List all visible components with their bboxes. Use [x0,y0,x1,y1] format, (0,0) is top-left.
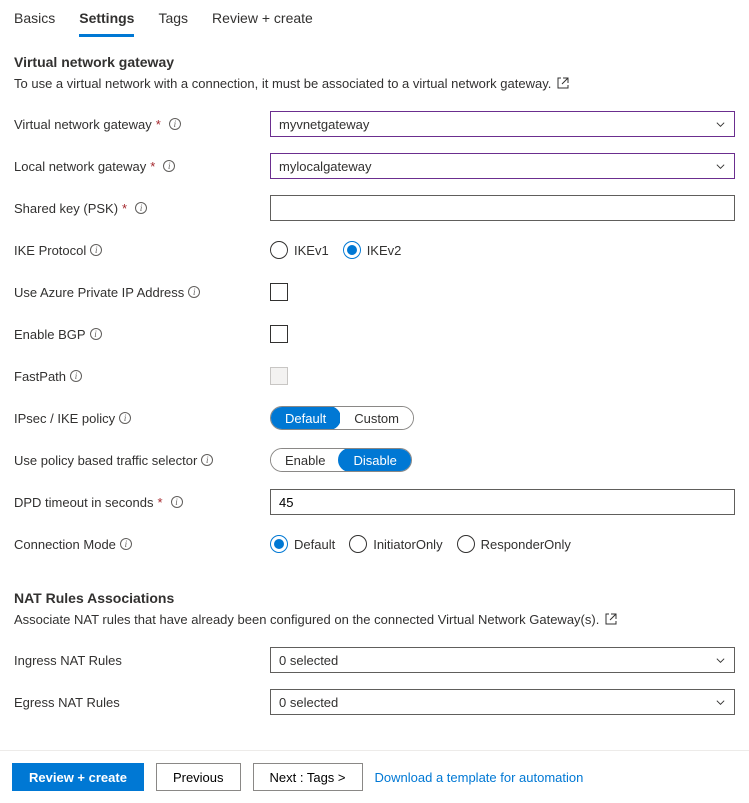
review-create-button[interactable]: Review + create [12,763,144,791]
select-ingress-value: 0 selected [279,653,338,668]
radio-circle-icon [457,535,475,553]
section-nat-desc-text: Associate NAT rules that have already be… [14,612,599,627]
info-icon[interactable]: i [169,118,181,130]
tab-bar: Basics Settings Tags Review + create [0,0,749,38]
radio-connmode-responder[interactable]: ResponderOnly [457,535,571,553]
select-local-network-gateway[interactable]: mylocalgateway [270,153,735,179]
tab-tags[interactable]: Tags [158,6,188,37]
pill-ipsec-default[interactable]: Default [270,406,341,430]
input-shared-key[interactable] [270,195,735,221]
tab-settings[interactable]: Settings [79,6,134,37]
select-vng-value: myvnetgateway [279,117,369,132]
info-icon[interactable]: i [171,496,183,508]
radio-connmode-default[interactable]: Default [270,535,335,553]
label-egress-nat: Egress NAT Rules [14,695,270,710]
checkbox-private-ip[interactable] [270,283,288,301]
checkbox-enable-bgp[interactable] [270,325,288,343]
label-enable-bgp: Enable BGP i [14,327,270,342]
radio-connmode-responder-label: ResponderOnly [481,537,571,552]
info-icon[interactable]: i [119,412,131,424]
label-shared-key: Shared key (PSK)* i [14,201,270,216]
radio-ikev2-label: IKEv2 [367,243,402,258]
select-egress-value: 0 selected [279,695,338,710]
select-virtual-network-gateway[interactable]: myvnetgateway [270,111,735,137]
checkbox-fastpath [270,367,288,385]
external-link-icon[interactable] [605,613,617,628]
pill-ipsec-custom[interactable]: Custom [340,407,413,429]
info-icon[interactable]: i [70,370,82,382]
chevron-down-icon [715,655,726,666]
section-nat-rules: NAT Rules Associations Associate NAT rul… [0,572,749,716]
radio-circle-checked-icon [343,241,361,259]
toggle-ipsec-policy: Default Custom [270,406,414,430]
section-vng-desc-text: To use a virtual network with a connecti… [14,76,551,91]
select-egress-nat-rules[interactable]: 0 selected [270,689,735,715]
radio-connmode-initiator-label: InitiatorOnly [373,537,442,552]
label-local-network-gateway: Local network gateway* i [14,159,270,174]
section-virtual-network-gateway: Virtual network gateway To use a virtual… [0,38,749,558]
next-button[interactable]: Next : Tags > [253,763,363,791]
label-ipsec-policy: IPsec / IKE policy i [14,411,270,426]
info-icon[interactable]: i [90,244,102,256]
radio-ikev1-label: IKEv1 [294,243,329,258]
label-ingress-nat: Ingress NAT Rules [14,653,270,668]
radio-connmode-default-label: Default [294,537,335,552]
pill-pbts-enable[interactable]: Enable [271,449,339,471]
radio-circle-icon [270,241,288,259]
download-template-link[interactable]: Download a template for automation [375,770,584,785]
pill-pbts-disable[interactable]: Disable [338,448,411,472]
input-dpd-timeout[interactable] [270,489,735,515]
info-icon[interactable]: i [120,538,132,550]
label-fastpath: FastPath i [14,369,270,384]
tab-basics[interactable]: Basics [14,6,55,37]
info-icon[interactable]: i [163,160,175,172]
label-virtual-network-gateway: Virtual network gateway* i [14,117,270,132]
select-lng-value: mylocalgateway [279,159,372,174]
label-dpd-timeout: DPD timeout in seconds* i [14,495,270,510]
previous-button[interactable]: Previous [156,763,241,791]
info-icon[interactable]: i [201,454,213,466]
chevron-down-icon [715,161,726,172]
toggle-policy-traffic-selector: Enable Disable [270,448,412,472]
section-nat-title: NAT Rules Associations [14,590,735,606]
info-icon[interactable]: i [135,202,147,214]
wizard-footer: Review + create Previous Next : Tags > D… [0,750,749,803]
radio-ikev1[interactable]: IKEv1 [270,241,329,259]
info-icon[interactable]: i [90,328,102,340]
chevron-down-icon [715,119,726,130]
radio-connmode-initiator[interactable]: InitiatorOnly [349,535,442,553]
section-nat-desc: Associate NAT rules that have already be… [14,612,735,628]
info-icon[interactable]: i [188,286,200,298]
label-policy-traffic-selector: Use policy based traffic selector i [14,453,270,468]
radio-ikev2[interactable]: IKEv2 [343,241,402,259]
chevron-down-icon [715,697,726,708]
label-connection-mode: Connection Mode i [14,537,270,552]
label-private-ip: Use Azure Private IP Address i [14,285,270,300]
radio-circle-checked-icon [270,535,288,553]
section-vng-desc: To use a virtual network with a connecti… [14,76,735,92]
radio-circle-icon [349,535,367,553]
tab-review-create[interactable]: Review + create [212,6,313,37]
section-vng-title: Virtual network gateway [14,54,735,70]
label-ike-protocol: IKE Protocol i [14,243,270,258]
select-ingress-nat-rules[interactable]: 0 selected [270,647,735,673]
external-link-icon[interactable] [557,77,569,92]
